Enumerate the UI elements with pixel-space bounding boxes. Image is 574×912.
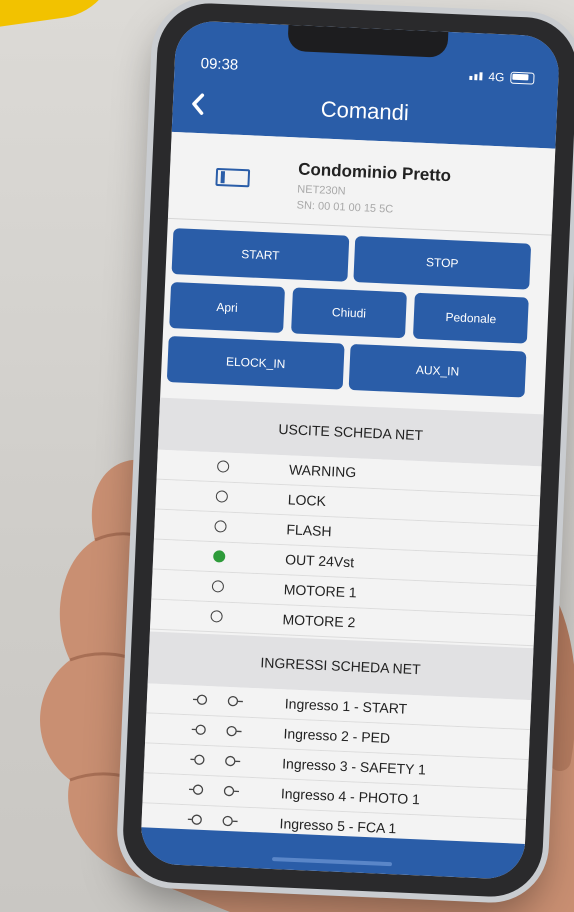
status-led-icon (215, 490, 229, 503)
phone-device: 09:38 4G Comandi Condominio Pretto NET23… (121, 1, 574, 899)
network-label: 4G (488, 69, 505, 85)
input-contact-icon (192, 694, 208, 705)
output-label: WARNING (288, 461, 357, 481)
app-screen: 09:38 4G Comandi Condominio Pretto NET23… (139, 20, 561, 880)
output-label: LOCK (287, 491, 327, 509)
input-contact-icon (222, 815, 238, 827)
device-serial: SN: 00 01 00 15 5C (296, 199, 394, 216)
signal-icon (469, 72, 483, 81)
status-led-icon (214, 520, 227, 533)
device-card: Condominio Pretto NET230N SN: 00 01 00 1… (167, 131, 556, 236)
status-led-icon (216, 460, 230, 473)
chiudi-button[interactable]: Chiudi (291, 287, 407, 339)
status-led-on-icon (212, 550, 226, 563)
output-label: FLASH (286, 521, 332, 540)
status-indicators: 4G (469, 69, 535, 86)
gate-device-icon (215, 167, 251, 188)
stop-button[interactable]: STOP (353, 236, 532, 290)
output-label: MOTORE 1 (283, 581, 358, 601)
status-led-icon (210, 610, 223, 623)
device-name: Condominio Pretto (297, 159, 452, 186)
pedonale-button[interactable]: Pedonale (412, 292, 529, 344)
output-label: OUT 24Vst (284, 551, 355, 571)
input-contact-icon (226, 725, 242, 737)
input-label: Ingresso 2 - PED (283, 725, 391, 747)
input-label: Ingresso 3 - SAFETY 1 (281, 755, 427, 778)
aux-in-button[interactable]: AUX_IN (348, 343, 527, 398)
input-contact-icon (190, 754, 205, 765)
device-model: NET230N (297, 183, 346, 198)
input-label: Ingresso 4 - PHOTO 1 (280, 785, 421, 808)
status-time: 09:38 (200, 55, 239, 74)
elock-in-button[interactable]: ELOCK_IN (166, 335, 345, 390)
battery-icon (510, 71, 535, 85)
input-label: Ingresso 1 - START (284, 695, 408, 717)
start-button[interactable]: START (171, 228, 350, 282)
input-contact-icon (227, 695, 243, 707)
apri-button[interactable]: Apri (169, 282, 286, 333)
input-contact-icon (189, 784, 204, 795)
input-contact-icon (187, 814, 202, 825)
home-indicator[interactable] (271, 856, 393, 867)
status-led-icon (211, 580, 225, 593)
input-contact-icon (223, 785, 240, 797)
input-contact-icon (225, 755, 241, 767)
output-label: MOTORE 2 (282, 611, 356, 631)
page-title: Comandi (320, 96, 410, 126)
input-contact-icon (191, 724, 206, 735)
